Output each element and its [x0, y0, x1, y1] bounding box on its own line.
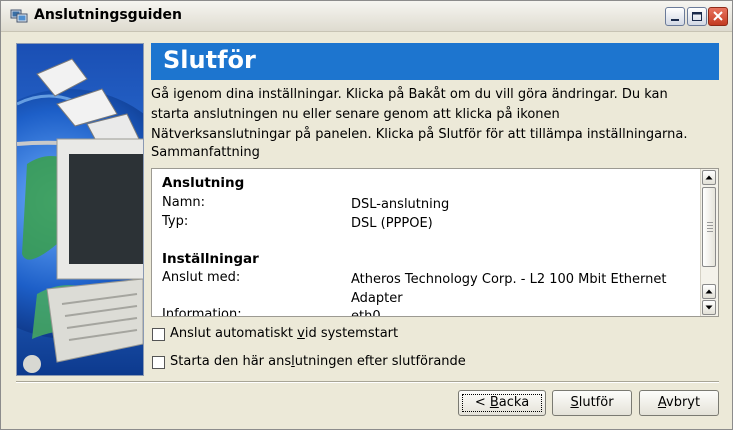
back-button[interactable]: < Backa — [458, 390, 546, 416]
window-title: Anslutningsguiden — [34, 7, 182, 23]
summary-value: eth0 — [351, 309, 381, 317]
start-now-label[interactable]: Starta den här anslutningen efter slutfö… — [170, 354, 466, 369]
network-connection-icon — [10, 9, 28, 23]
label-text: Starta den här ans — [170, 354, 292, 369]
cancel-button[interactable]: Avbryt — [639, 390, 719, 416]
summary-panel[interactable]: Anslutning Namn: DSL-anslutning Typ: DSL… — [151, 168, 719, 317]
maximize-icon — [692, 12, 702, 21]
summary-value: DSL (PPPOE) — [351, 216, 433, 231]
arrow-down-icon — [705, 305, 713, 310]
autostart-checkbox[interactable] — [152, 328, 165, 341]
scrollbar-thumb[interactable] — [702, 187, 716, 267]
summary-label: Sammanfattning — [151, 145, 260, 160]
arrow-up-icon — [705, 175, 713, 180]
title-bar[interactable]: Anslutningsguiden — [1, 1, 732, 32]
summary-key: Namn: — [162, 195, 205, 210]
finish-button[interactable]: Slutför — [552, 390, 632, 416]
minimize-icon — [671, 19, 679, 21]
maximize-button[interactable] — [687, 7, 707, 26]
mnemonic: S — [570, 395, 579, 410]
page-banner: Slutför — [151, 43, 719, 80]
mnemonic: v — [297, 326, 305, 341]
autostart-label[interactable]: Anslut automatiskt vid systemstart — [170, 326, 398, 341]
start-now-checkbox[interactable] — [152, 356, 165, 369]
summary-scrollbar[interactable] — [700, 169, 718, 316]
scroll-up-button-lower[interactable] — [702, 284, 716, 299]
page-title: Slutför — [163, 46, 256, 74]
arrow-up-icon — [705, 289, 713, 294]
summary-value-line: Atheros Technology Corp. - L2 100 Mbit E… — [351, 272, 667, 287]
summary-key: Typ: — [162, 214, 189, 229]
mnemonic: A — [657, 395, 667, 410]
label-text: id systemstart — [304, 326, 399, 341]
summary-value-line: Adapter — [351, 291, 403, 306]
summary-key: Information: — [162, 307, 242, 317]
scroll-up-button[interactable] — [702, 170, 716, 185]
summary-value: DSL-anslutning — [351, 197, 450, 212]
wizard-window: Anslutningsguiden Slutför Gå igenom dina… — [0, 0, 733, 430]
scroll-down-button[interactable] — [702, 300, 716, 315]
summary-key: Anslut med: — [162, 270, 241, 285]
intro-line: starta anslutningen nu eller senare geno… — [151, 107, 560, 122]
intro-text: Gå igenom dina inställningar. Klicka på … — [151, 85, 721, 145]
intro-line: Gå igenom dina inställningar. Klicka på … — [151, 87, 668, 102]
wizard-side-image — [16, 43, 144, 376]
label-text: Anslut automatiskt — [170, 326, 298, 341]
close-icon — [713, 11, 723, 21]
scrollbar-grip — [707, 222, 713, 234]
separator — [16, 381, 719, 383]
button-label: lutför — [578, 395, 614, 410]
connection-heading: Anslutning — [162, 175, 245, 191]
button-label: vbryt — [666, 395, 701, 410]
minimize-button[interactable] — [665, 7, 685, 26]
label-text: utningen efter slutförande — [294, 354, 466, 369]
settings-heading: Inställningar — [162, 251, 259, 267]
intro-line: Nätverksanslutningar på panelen. Klicka … — [151, 127, 688, 142]
focus-ring — [462, 394, 542, 412]
close-button[interactable] — [708, 7, 728, 26]
computer-illustration-icon — [17, 44, 143, 375]
summary-value: Atheros Technology Corp. - L2 100 Mbit E… — [351, 270, 701, 308]
